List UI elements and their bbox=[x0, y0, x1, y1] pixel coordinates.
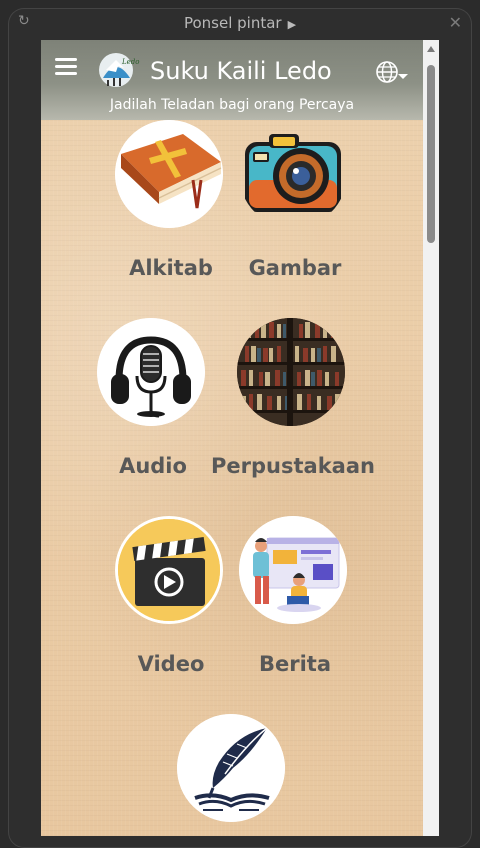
bible-icon bbox=[115, 120, 223, 228]
clapperboard-icon bbox=[115, 516, 223, 624]
bookshelf-icon bbox=[237, 318, 345, 426]
close-icon[interactable]: ✕ bbox=[449, 13, 462, 32]
quill-book-icon bbox=[177, 714, 285, 822]
window-title[interactable]: Ponsel pintar ▶ bbox=[0, 14, 480, 32]
app-header: Ledo Suku Kaili Ledo Jadilah Teladan bag… bbox=[41, 40, 423, 120]
menu-item-video[interactable]: Video bbox=[115, 516, 227, 681]
chevron-down-icon[interactable] bbox=[398, 74, 408, 79]
menu-item-writing[interactable] bbox=[177, 714, 289, 836]
app-subtitle: Jadilah Teladan bagi orang Percaya bbox=[109, 97, 355, 113]
window-titlebar: ↻ Ponsel pintar ▶ ✕ bbox=[0, 0, 480, 38]
news-people-icon bbox=[239, 516, 347, 624]
app-logo: Ledo bbox=[99, 53, 140, 87]
menu-item-audio[interactable]: Audio bbox=[97, 318, 209, 483]
menu-item-perpustakaan[interactable]: Perpustakaan bbox=[211, 318, 375, 483]
hamburger-menu-icon[interactable] bbox=[55, 58, 77, 76]
camera-icon bbox=[239, 120, 347, 228]
scrollbar-thumb[interactable] bbox=[427, 65, 435, 243]
window-title-label: Ponsel pintar bbox=[183, 14, 282, 32]
scroll-up-arrow-icon[interactable] bbox=[427, 46, 435, 52]
menu-item-label: Audio bbox=[119, 454, 187, 478]
headphones-microphone-icon bbox=[97, 318, 205, 426]
svg-text:Ledo: Ledo bbox=[121, 58, 140, 66]
menu-item-label: Berita bbox=[258, 652, 331, 676]
menu-item-gambar[interactable]: Gambar bbox=[239, 120, 351, 285]
scrollbar[interactable] bbox=[423, 40, 439, 836]
language-globe-icon[interactable] bbox=[375, 60, 399, 84]
menu-item-label: Gambar bbox=[248, 256, 342, 280]
app-title: Suku Kaili Ledo bbox=[150, 57, 332, 85]
menu-item-label: Alkitab bbox=[129, 256, 213, 280]
menu-item-label: Video bbox=[137, 652, 205, 676]
phone-screen: Ledo Suku Kaili Ledo Jadilah Teladan bag… bbox=[41, 40, 439, 836]
menu-item-berita[interactable]: Berita bbox=[239, 516, 351, 681]
menu-item-label: Perpustakaan bbox=[211, 454, 375, 478]
play-arrow-icon: ▶ bbox=[287, 18, 297, 31]
menu-item-alkitab[interactable]: Alkitab bbox=[115, 120, 227, 285]
